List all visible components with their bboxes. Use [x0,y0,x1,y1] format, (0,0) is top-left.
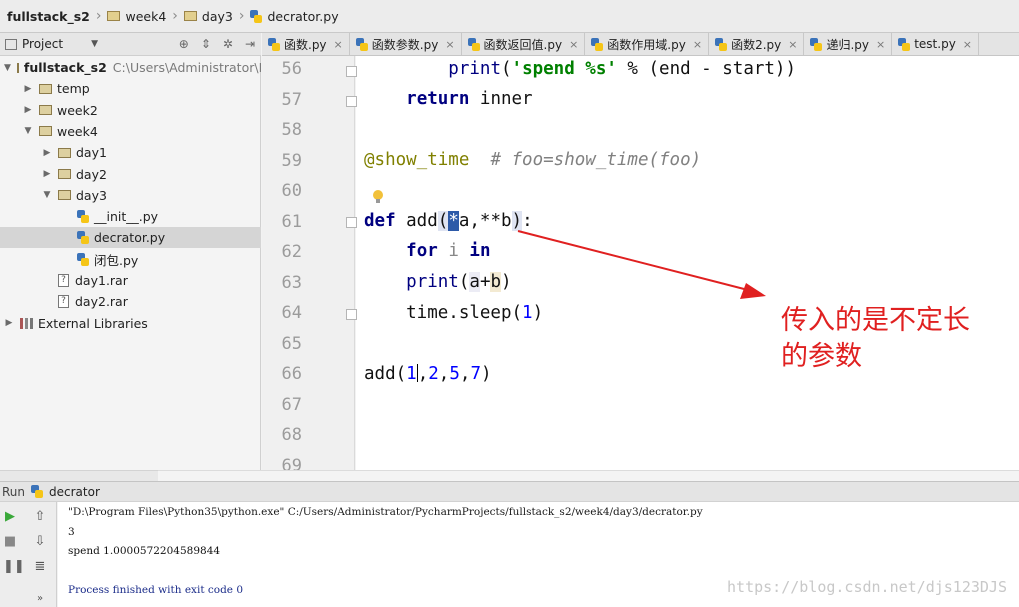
console-line: 3 [68,525,75,538]
editor-horizontal-scrollbar[interactable] [158,470,1019,481]
run-toolbar: ▶ ⇧ ■ ⇩ ❚❚ ≣ » [0,502,57,607]
panel-scrollbar[interactable] [0,470,158,481]
stop-icon[interactable]: ■ [3,535,17,549]
annotation-text: 传入的是不定长 的参数 [781,303,1011,375]
pause-icon[interactable]: ❚❚ [3,560,25,574]
python-file-icon [31,484,45,499]
console-line: Process finished with exit code 0 [68,584,244,596]
watermark: https://blog.csdn.net/djs123DJS [727,578,1007,596]
console-line: "D:\Program Files\Python35\python.exe" C… [68,506,703,518]
more-icon[interactable]: » [33,592,47,606]
run-panel-header: Run decrator [0,481,1019,502]
run-config-name[interactable]: decrator [49,485,100,499]
arrow-up-icon[interactable]: ⇧ [33,510,47,524]
console-line: spend 1.0000572204589844 [68,545,221,557]
annotation-line-2: 的参数 [781,341,862,372]
soft-wrap-icon[interactable]: ≣ [33,560,47,574]
run-icon[interactable]: ▶ [3,510,17,524]
arrow-down-icon[interactable]: ⇩ [33,535,47,549]
annotation-line-1: 传入的是不定长 [781,305,970,336]
run-title[interactable]: Run [2,485,25,499]
